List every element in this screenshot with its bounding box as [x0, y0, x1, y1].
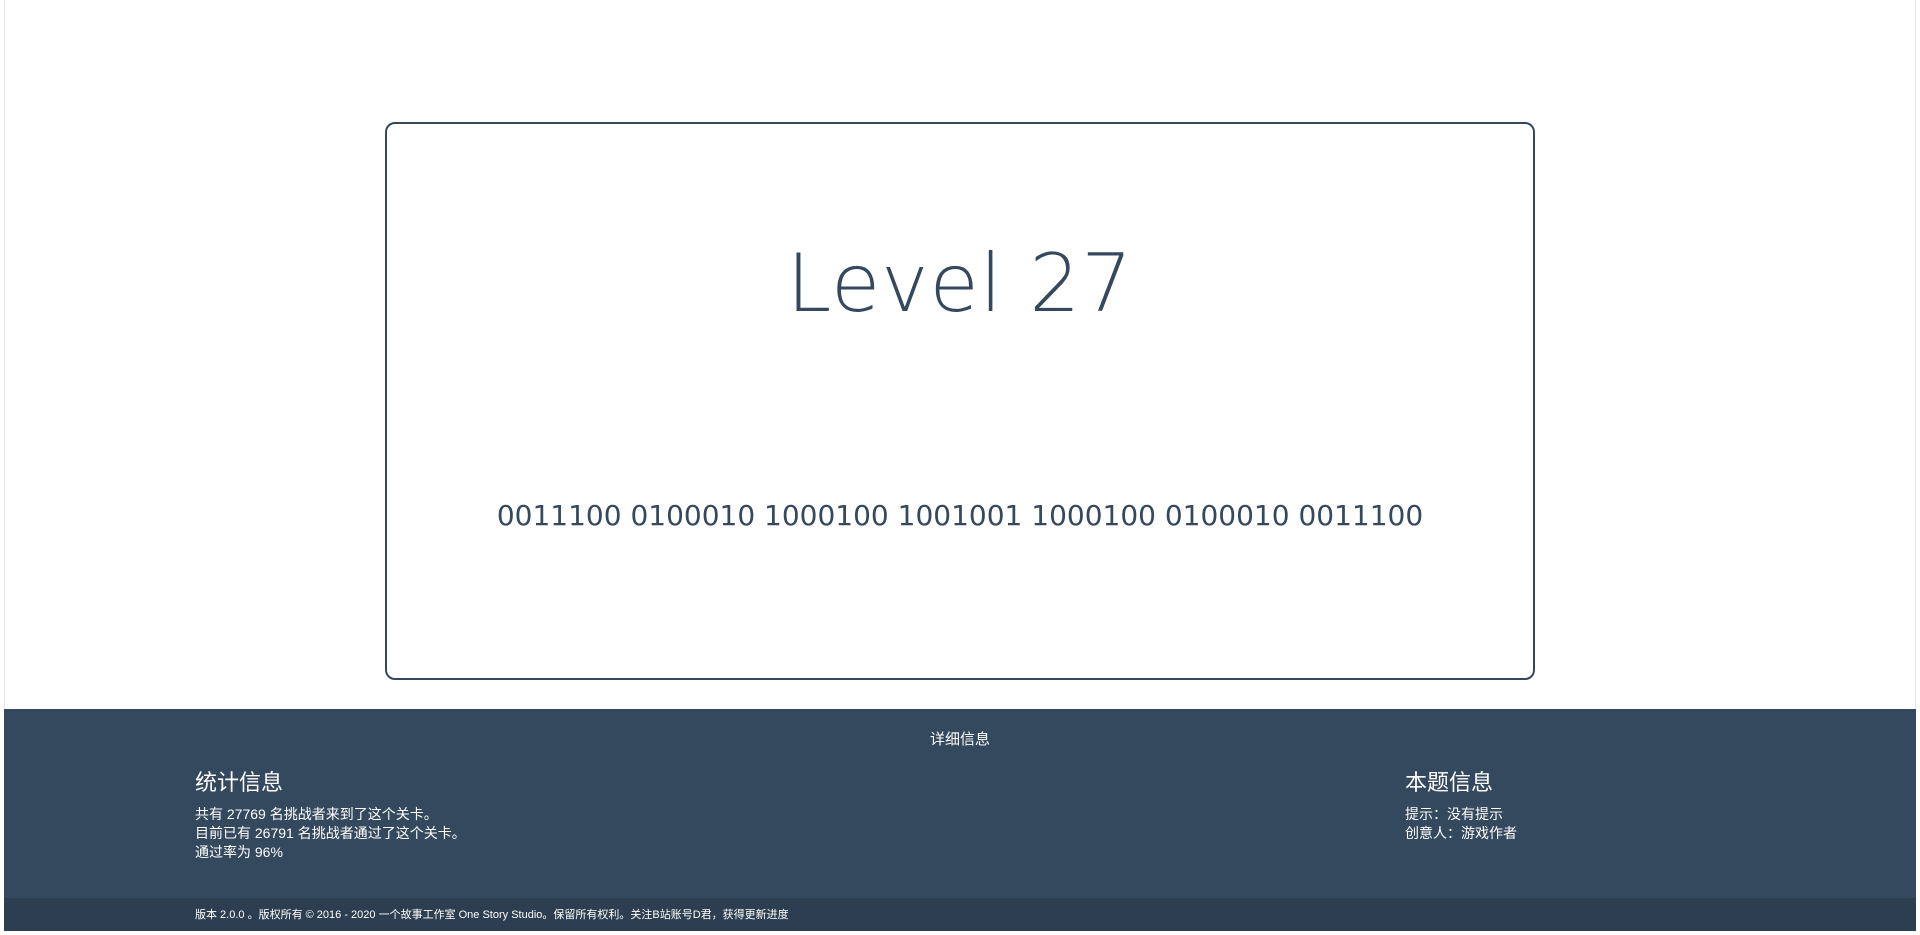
stats-title: 统计信息	[195, 770, 284, 795]
level-card: Level 27 0011100 0100010 1000100 1001001…	[385, 122, 1535, 680]
footer-heading: 详细信息	[929, 731, 990, 748]
copyright-text: 版本 2.0.0 。版权所有 © 2016 - 2020 一个故事工作室 One…	[195, 909, 789, 921]
stats-passed-challengers: 目前已有 26791 名挑战者通过了这个关卡。	[195, 825, 466, 841]
footer: 详细信息 统计信息 共有 27769 名挑战者来到了这个关卡。 目前已有 267…	[4, 709, 1916, 898]
level-title: Level 27	[786, 237, 1134, 330]
level-hint: 提示：没有提示	[1405, 806, 1503, 822]
stats-total-challengers: 共有 27769 名挑战者来到了这个关卡。	[195, 806, 438, 822]
level-info-section: 本题信息 提示：没有提示 创意人：游戏作者	[1405, 769, 1517, 843]
level-info-title: 本题信息	[1405, 770, 1494, 795]
puzzle-code: 0011100 0100010 1000100 1001001 1000100 …	[496, 499, 1424, 532]
stats-section: 统计信息 共有 27769 名挑战者来到了这个关卡。 目前已有 26791 名挑…	[195, 769, 466, 862]
copyright-bar: 版本 2.0.0 。版权所有 © 2016 - 2020 一个故事工作室 One…	[4, 898, 1916, 931]
stats-pass-rate: 通过率为 96%	[195, 844, 283, 860]
level-creator: 创意人：游戏作者	[1405, 825, 1517, 841]
